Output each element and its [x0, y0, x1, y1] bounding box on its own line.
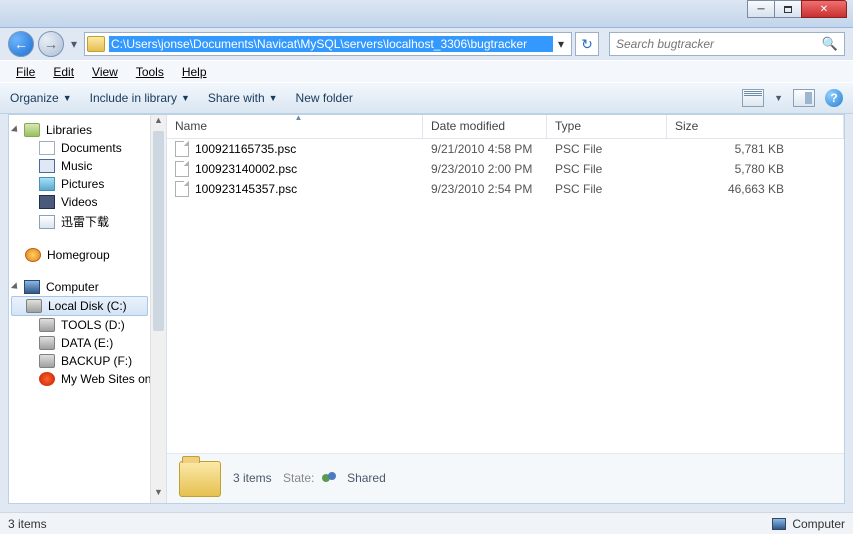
- maximize-button[interactable]: [774, 0, 802, 18]
- organize-button[interactable]: Organize ▼: [10, 91, 72, 105]
- file-row[interactable]: 100923145357.psc 9/23/2010 2:54 PM PSC F…: [167, 179, 844, 199]
- address-path[interactable]: C:\Users\jonse\Documents\Navicat\MySQL\s…: [109, 36, 553, 52]
- sidebar-videos[interactable]: Videos: [9, 193, 166, 211]
- file-icon: [175, 161, 189, 177]
- sidebar-libraries[interactable]: Libraries: [9, 121, 166, 139]
- share-with-button[interactable]: Share with ▼: [208, 91, 278, 105]
- view-options-button[interactable]: [742, 89, 764, 107]
- col-date[interactable]: Date modified: [423, 115, 547, 138]
- sidebar-xunlei[interactable]: 迅雷下载: [9, 211, 166, 232]
- status-item-count: 3 items: [8, 517, 47, 531]
- menu-tools[interactable]: Tools: [128, 63, 172, 81]
- sidebar-scrollbar[interactable]: ▲▼: [150, 115, 166, 503]
- state-value: Shared: [347, 471, 386, 485]
- nav-bar: ← → ▾ C:\Users\jonse\Documents\Navicat\M…: [0, 28, 853, 60]
- sidebar-disk-f[interactable]: BACKUP (F:): [9, 352, 166, 370]
- sidebar-music[interactable]: Music: [9, 157, 166, 175]
- status-location: Computer: [792, 517, 845, 531]
- item-count: 3 items: [233, 471, 272, 485]
- shared-icon: [322, 472, 340, 486]
- sidebar-disk-d[interactable]: TOOLS (D:): [9, 316, 166, 334]
- menu-view[interactable]: View: [84, 63, 126, 81]
- refresh-button[interactable]: ↻: [575, 32, 599, 56]
- search-icon: 🔍: [822, 36, 838, 52]
- address-bar[interactable]: C:\Users\jonse\Documents\Navicat\MySQL\s…: [84, 32, 572, 56]
- file-row[interactable]: 100921165735.psc 9/21/2010 4:58 PM PSC F…: [167, 139, 844, 159]
- search-input[interactable]: [616, 37, 822, 51]
- menu-bar: File Edit View Tools Help: [0, 60, 853, 82]
- folder-icon: [87, 36, 105, 52]
- menu-help[interactable]: Help: [174, 63, 215, 81]
- search-box[interactable]: 🔍: [609, 32, 845, 56]
- navigation-pane: Libraries Documents Music Pictures Video…: [9, 115, 167, 503]
- state-label: State:: [283, 471, 314, 485]
- col-type[interactable]: Type: [547, 115, 667, 138]
- sidebar-computer[interactable]: Computer: [9, 278, 166, 296]
- status-bar: 3 items Computer: [0, 512, 853, 534]
- sidebar-disk-c[interactable]: Local Disk (C:): [11, 296, 148, 316]
- menu-file[interactable]: File: [8, 63, 43, 81]
- col-size[interactable]: Size: [667, 115, 844, 138]
- history-dropdown[interactable]: ▾: [68, 37, 80, 51]
- view-dropdown[interactable]: ▼: [774, 93, 783, 103]
- column-headers: Name▲ Date modified Type Size: [167, 115, 844, 139]
- details-pane: 3 items State: Shared: [167, 453, 844, 503]
- address-dropdown[interactable]: ▾: [553, 37, 569, 51]
- titlebar: ─ ✕: [0, 0, 853, 28]
- file-list: 100921165735.psc 9/21/2010 4:58 PM PSC F…: [167, 139, 844, 453]
- new-folder-button[interactable]: New folder: [296, 91, 353, 105]
- include-library-button[interactable]: Include in library ▼: [90, 91, 190, 105]
- close-button[interactable]: ✕: [801, 0, 847, 18]
- computer-icon: [772, 518, 786, 530]
- back-button[interactable]: ←: [8, 31, 34, 57]
- file-icon: [175, 141, 189, 157]
- file-icon: [175, 181, 189, 197]
- sidebar-documents[interactable]: Documents: [9, 139, 166, 157]
- folder-large-icon: [179, 461, 221, 497]
- preview-pane-button[interactable]: [793, 89, 815, 107]
- main-area: Libraries Documents Music Pictures Video…: [8, 114, 845, 504]
- menu-edit[interactable]: Edit: [45, 63, 82, 81]
- sidebar-web-sites[interactable]: My Web Sites on: [9, 370, 166, 388]
- forward-button[interactable]: →: [38, 31, 64, 57]
- sidebar-pictures[interactable]: Pictures: [9, 175, 166, 193]
- toolbar: Organize ▼ Include in library ▼ Share wi…: [0, 82, 853, 114]
- minimize-button[interactable]: ─: [747, 0, 775, 18]
- col-name[interactable]: Name▲: [167, 115, 423, 138]
- file-row[interactable]: 100923140002.psc 9/23/2010 2:00 PM PSC F…: [167, 159, 844, 179]
- sidebar-homegroup[interactable]: Homegroup: [9, 246, 166, 264]
- sidebar-disk-e[interactable]: DATA (E:): [9, 334, 166, 352]
- help-icon[interactable]: ?: [825, 89, 843, 107]
